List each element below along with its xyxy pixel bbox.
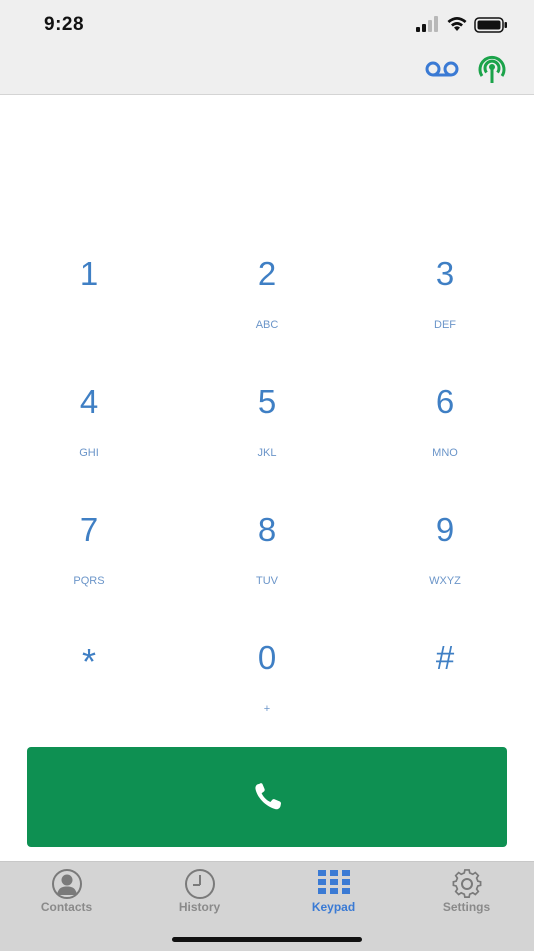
key-digit: 9 xyxy=(435,511,455,548)
key-digit: 2 xyxy=(257,255,277,292)
keypad: 1 2 ABC 3 DEF 4 GHI 5 JKL 6 MNO 7 PQRS 8… xyxy=(0,240,534,730)
key-letters: ABC xyxy=(255,319,279,331)
key-digit: 6 xyxy=(435,383,455,420)
keypad-icon xyxy=(317,870,350,894)
broadcast-icon xyxy=(478,55,506,83)
key-7[interactable]: 7 PQRS xyxy=(0,496,178,616)
key-star[interactable]: * xyxy=(0,624,178,744)
tab-label: Contacts xyxy=(40,900,93,914)
key-6[interactable]: 6 MNO xyxy=(356,368,534,488)
key-5[interactable]: 5 JKL xyxy=(178,368,356,488)
key-9[interactable]: 9 WXYZ xyxy=(356,496,534,616)
voicemail-button[interactable] xyxy=(425,60,459,83)
status-time: 9:28 xyxy=(44,14,85,35)
key-2[interactable]: 2 ABC xyxy=(178,240,356,360)
key-letters: + xyxy=(263,703,271,715)
key-3[interactable]: 3 DEF xyxy=(356,240,534,360)
key-letters: JKL xyxy=(257,447,277,459)
tab-label: Keypad xyxy=(311,900,356,914)
battery-icon xyxy=(474,17,507,33)
tab-contacts[interactable]: Contacts xyxy=(0,862,133,922)
key-letters: TUV xyxy=(256,575,278,587)
key-digit: 8 xyxy=(257,511,277,548)
key-4[interactable]: 4 GHI xyxy=(0,368,178,488)
tab-keypad[interactable]: Keypad xyxy=(267,862,400,922)
tab-settings[interactable]: Settings xyxy=(400,862,533,922)
key-letters: PQRS xyxy=(73,575,105,587)
tab-history[interactable]: History xyxy=(133,862,266,922)
signal-icon xyxy=(416,16,438,32)
key-digit: 4 xyxy=(79,383,99,420)
key-hash[interactable]: # xyxy=(356,624,534,744)
home-indicator[interactable] xyxy=(172,937,362,942)
key-digit: 0 xyxy=(257,639,277,676)
voicemail-icon xyxy=(425,61,459,77)
key-0[interactable]: 0 + xyxy=(178,624,356,744)
tab-label: History xyxy=(178,900,221,914)
settings-icon xyxy=(452,869,481,899)
call-button[interactable] xyxy=(27,747,507,847)
key-digit: * xyxy=(81,641,96,682)
phone-icon xyxy=(255,783,281,810)
broadcast-button[interactable] xyxy=(476,54,508,89)
top-bar: 9:28 xyxy=(0,0,534,95)
key-digit: # xyxy=(435,639,455,676)
key-digit: 3 xyxy=(435,255,455,292)
history-icon xyxy=(184,869,215,899)
key-8[interactable]: 8 TUV xyxy=(178,496,356,616)
wifi-icon xyxy=(447,17,467,31)
tab-bar: Contacts History Keypad Settings xyxy=(0,861,534,951)
key-letters: DEF xyxy=(434,319,456,331)
key-1[interactable]: 1 xyxy=(0,240,178,360)
key-letters: WXYZ xyxy=(429,575,461,587)
key-digit: 1 xyxy=(79,255,99,292)
key-letters: GHI xyxy=(79,447,99,459)
key-letters: MNO xyxy=(432,447,458,459)
contacts-icon xyxy=(51,869,82,899)
key-digit: 5 xyxy=(257,383,277,420)
tab-label: Settings xyxy=(442,900,491,914)
key-digit: 7 xyxy=(79,511,99,548)
